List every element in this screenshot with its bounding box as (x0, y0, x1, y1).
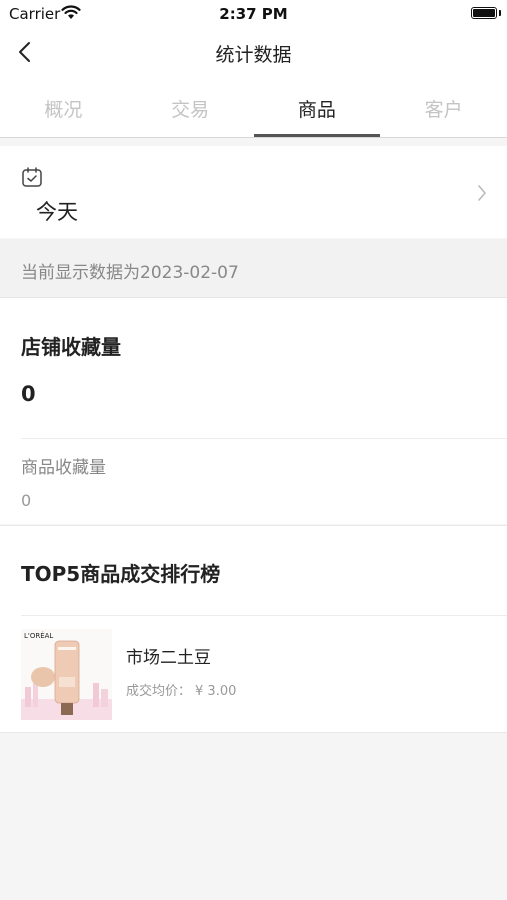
shop-favorites-value: 0 (21, 382, 36, 406)
tab-customers[interactable]: 客户 (380, 76, 507, 137)
status-bar: Carrier 2:37 PM (0, 0, 507, 28)
ranking-title: TOP5商品成交排行榜 (21, 562, 221, 586)
price-label: 成交均价： (126, 684, 192, 699)
goods-favorites-label: 商品收藏量 (21, 458, 106, 478)
battery-cap (499, 10, 501, 16)
date-filter-label: 今天 (36, 200, 78, 224)
ranking-item[interactable]: L'ORÉAL 市场二土豆 成交均价： ¥ 3.00 (0, 616, 507, 732)
tab-transactions[interactable]: 交易 (127, 76, 254, 137)
tab-overview[interactable]: 概况 (0, 76, 127, 137)
shop-favorites-label: 店铺收藏量 (21, 335, 121, 359)
favorites-stats: 店铺收藏量 0 商品收藏量 0 (0, 298, 507, 524)
divider (21, 438, 507, 439)
goods-favorites-value: 0 (21, 491, 32, 510)
battery-icon (471, 7, 497, 19)
top5-ranking: TOP5商品成交排行榜 L'ORÉAL 市场二土豆 成交均价： ¥ 3.00 (0, 525, 507, 733)
product-name: 市场二土豆 (126, 648, 211, 668)
product-image: L'ORÉAL (21, 629, 112, 720)
tab-goods[interactable]: 商品 (253, 76, 381, 137)
price-value: ¥ 3.00 (195, 684, 237, 699)
status-time: 2:37 PM (219, 5, 288, 23)
date-filter-row[interactable]: 今天 (0, 146, 507, 238)
tab-active-indicator (253, 134, 381, 137)
calendar-icon (22, 167, 42, 187)
chevron-right-icon (478, 185, 486, 201)
page-title: 统计数据 (215, 44, 292, 66)
product-thumbnail-graphic: L'ORÉAL (21, 629, 112, 720)
brand-logo-text: L'ORÉAL (24, 631, 53, 640)
nav-bar: 统计数据 (0, 28, 507, 76)
tab-bar: 概况 交易 商品 客户 (0, 76, 507, 138)
product-avg-price: 成交均价： ¥ 3.00 (126, 680, 236, 699)
data-date-notice: 当前显示数据为2023-02-07 (0, 239, 507, 298)
notice-text: 当前显示数据为2023-02-07 (21, 263, 239, 283)
